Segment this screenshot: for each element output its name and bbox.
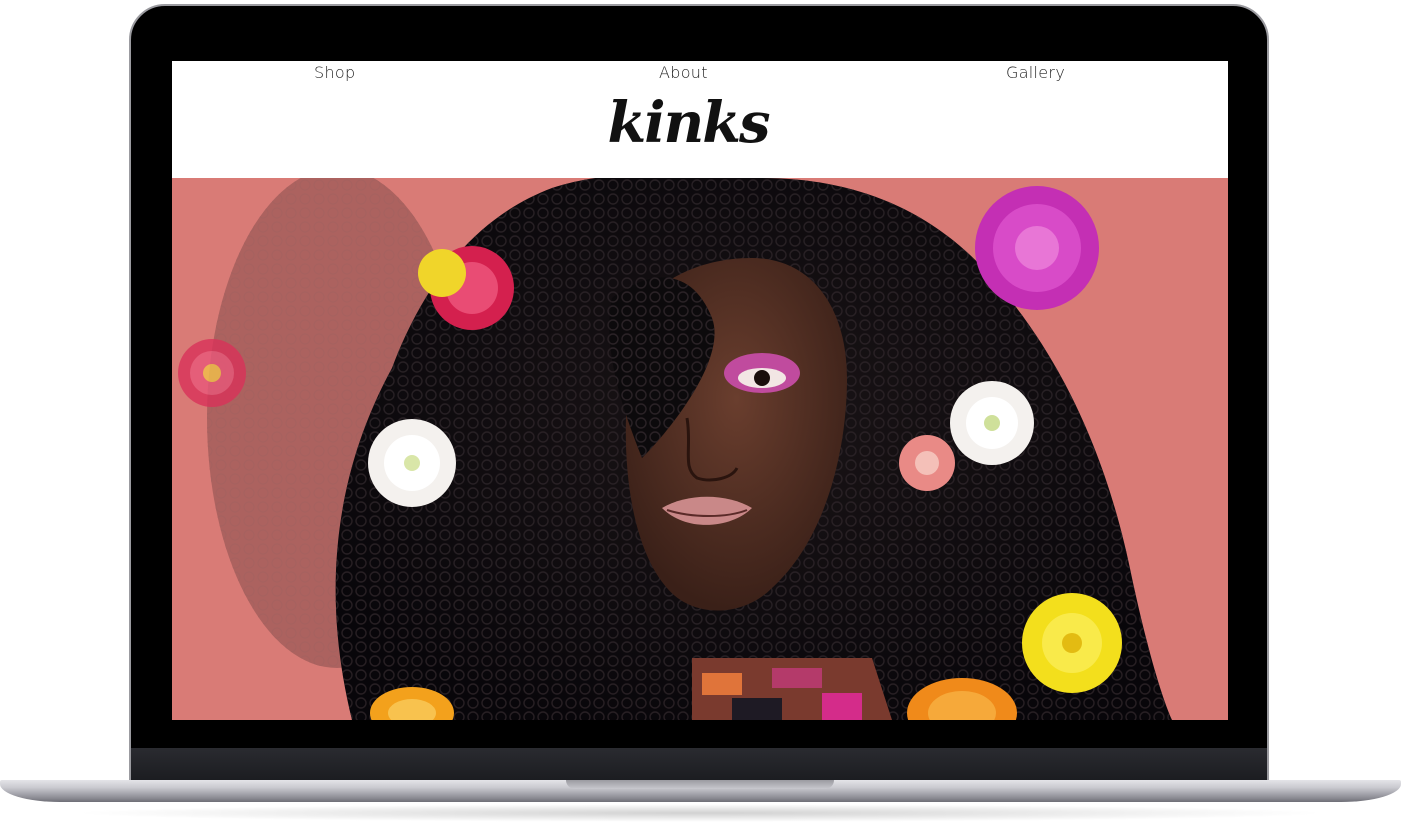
nav-gallery-link[interactable]: Gallery	[1006, 63, 1065, 82]
site-logo[interactable]: kinks n'curls	[528, 79, 848, 244]
hero-illustration	[178, 178, 1172, 720]
flower-peach-right	[899, 435, 955, 491]
site-header: Shop About Gallery kinks n'curls	[172, 61, 1228, 244]
nav-shop-link[interactable]: Shop	[314, 63, 355, 82]
laptop-notch	[566, 780, 834, 789]
flower-yellow-bottom-right	[1022, 593, 1122, 693]
laptop-screen: Shop About Gallery kinks n'curls	[172, 61, 1228, 720]
ghost-flower	[178, 339, 246, 407]
shirt	[692, 658, 892, 720]
flower-white-left	[368, 419, 456, 507]
flower-pink-top-right	[975, 186, 1099, 310]
flower-white-right	[950, 381, 1034, 465]
laptop-shadow	[70, 804, 1330, 822]
laptop-chin	[131, 748, 1267, 782]
hero-image	[172, 178, 1228, 720]
